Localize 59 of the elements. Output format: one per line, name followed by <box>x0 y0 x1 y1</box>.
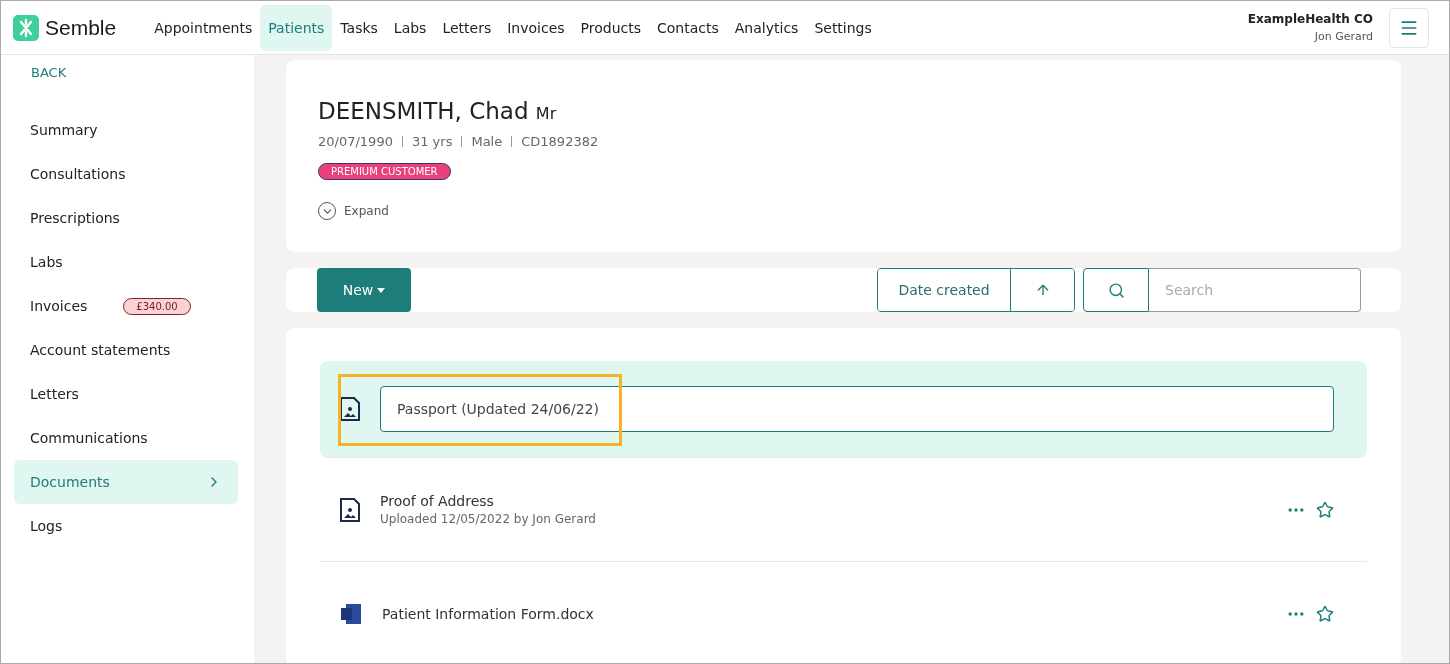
sidebar-item[interactable]: Consultations <box>14 152 238 196</box>
word-document-icon <box>340 601 362 626</box>
sidebar-label: Account statements <box>30 342 171 358</box>
brand-name: Semble <box>45 15 117 40</box>
sidebar-item[interactable]: Invoices £340.00 <box>14 284 238 328</box>
new-button[interactable]: New <box>317 268 411 312</box>
sidebar-item[interactable]: Letters <box>14 372 238 416</box>
nav-tab[interactable]: Analytics <box>726 4 807 51</box>
search-button[interactable] <box>1083 268 1149 312</box>
star-icon[interactable] <box>1316 604 1334 623</box>
sidebar-item[interactable]: Prescriptions <box>14 196 238 240</box>
image-file-icon <box>340 497 360 522</box>
sidebar-label: Invoices <box>30 298 88 314</box>
sidebar-label: Logs <box>30 518 63 534</box>
customer-tag: PREMIUM CUSTOMER <box>318 163 451 180</box>
nav-tab[interactable]: Patients <box>260 4 333 51</box>
sort-button[interactable]: Date created <box>878 269 1011 311</box>
expand-link[interactable]: Expand <box>344 204 389 218</box>
sidebar-item[interactable]: Communications <box>14 416 238 460</box>
nav-tab[interactable]: Labs <box>385 4 435 51</box>
sidebar-label: Communications <box>30 430 148 446</box>
organisation-name: ExampleHealth CO <box>1247 12 1373 26</box>
nav-tab[interactable]: Letters <box>434 4 500 51</box>
nav-tab[interactable]: Invoices <box>499 4 573 51</box>
image-file-icon <box>340 397 360 421</box>
sidebar-item[interactable]: Documents <box>14 460 238 504</box>
logo-icon <box>13 14 39 41</box>
document-name: Patient Information Form.docx <box>382 605 595 622</box>
menu-button[interactable] <box>1389 7 1429 48</box>
star-icon[interactable] <box>1316 500 1334 519</box>
document-name-field[interactable]: Passport (Updated 24/06/22) <box>380 386 1334 432</box>
nav-tab[interactable]: Settings <box>806 4 880 51</box>
sidebar-label: Summary <box>30 122 98 138</box>
sidebar-label: Prescriptions <box>30 210 120 226</box>
nav-tab[interactable]: Appointments <box>146 4 261 51</box>
sidebar-label: Documents <box>30 474 110 490</box>
document-meta: Uploaded 12/05/2022 by Jon Gerard <box>380 512 597 526</box>
document-row[interactable]: Passport (Updated 24/06/22) <box>320 361 1367 458</box>
user-name: Jon Gerard <box>1314 30 1373 43</box>
patient-detail: Male <box>471 134 503 149</box>
sidebar-label: Labs <box>30 254 63 270</box>
sidebar-item[interactable]: Summary <box>14 108 238 152</box>
patient-name: DEENSMITH, Chad Mr <box>318 98 558 124</box>
search-icon <box>1107 281 1125 299</box>
nav-tab[interactable]: Products <box>572 4 650 51</box>
patient-detail: CD1892382 <box>521 134 599 149</box>
patient-detail: 20/07/1990 <box>318 134 393 149</box>
sidebar-label: Letters <box>30 386 79 402</box>
sidebar-item[interactable]: Labs <box>14 240 238 284</box>
sidebar-item[interactable]: Logs <box>14 504 238 548</box>
search-field[interactable]: Search <box>1149 268 1361 312</box>
balance-badge: £340.00 <box>123 297 191 315</box>
sidebar-item[interactable]: Account statements <box>14 328 238 372</box>
sidebar-label: Consultations <box>30 166 126 182</box>
document-name: Proof of Address <box>380 493 495 509</box>
nav-tab[interactable]: Contacts <box>649 4 727 51</box>
patient-detail: 31 yrs <box>411 134 453 149</box>
nav-tab[interactable]: Tasks <box>332 4 386 51</box>
back-link[interactable]: BACK <box>14 65 238 80</box>
